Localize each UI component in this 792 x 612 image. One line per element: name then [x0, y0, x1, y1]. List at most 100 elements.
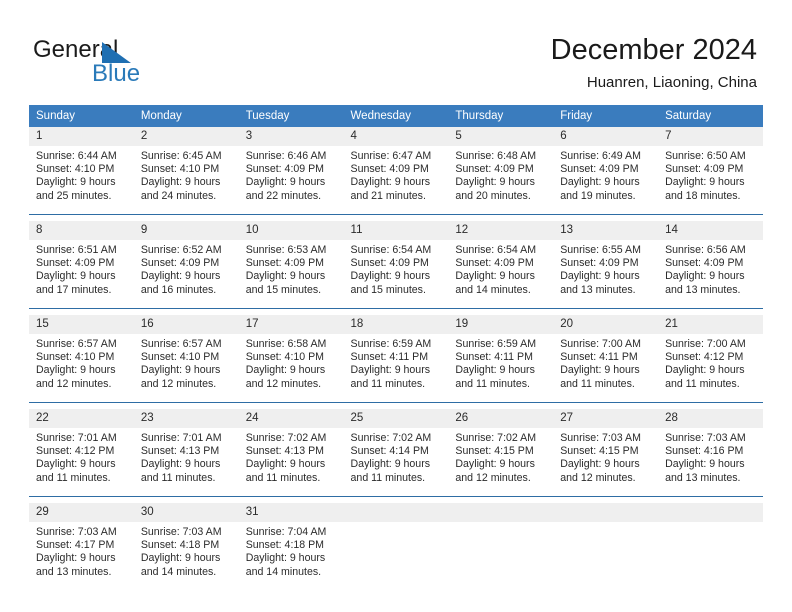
- calendar-day-cell[interactable]: 27 Sunrise: 7:03 AM Sunset: 4:15 PM Dayl…: [553, 409, 659, 497]
- daylight-text-line2: and 12 minutes.: [245, 377, 322, 390]
- calendar-day-cell[interactable]: 1 Sunrise: 6:44 AM Sunset: 4:10 PM Dayli…: [29, 127, 134, 215]
- calendar-body: 1 Sunrise: 6:44 AM Sunset: 4:10 PM Dayli…: [29, 127, 763, 590]
- sunrise-text: Sunrise: 6:54 AM: [455, 244, 537, 256]
- sunrise-text: Sunrise: 6:47 AM: [350, 150, 432, 162]
- calendar-day-cell[interactable]: 4 Sunrise: 6:47 AM Sunset: 4:09 PM Dayli…: [343, 127, 449, 215]
- daylight-text-line1: Daylight: 9 hours: [245, 458, 326, 471]
- logo-text-blue: Blue: [92, 60, 141, 87]
- day-detail: [343, 522, 449, 590]
- sunset-text: Sunset: 4:10 PM: [140, 163, 220, 176]
- daylight-text-line1: Daylight: 9 hours: [36, 458, 116, 471]
- calendar-day-cell[interactable]: 28 Sunrise: 7:03 AM Sunset: 4:16 PM Dayl…: [658, 409, 763, 497]
- calendar-day-cell[interactable]: 24 Sunrise: 7:02 AM Sunset: 4:13 PM Dayl…: [238, 409, 344, 497]
- calendar-day-cell[interactable]: 31 Sunrise: 7:04 AM Sunset: 4:18 PM Dayl…: [238, 503, 344, 590]
- sunset-text: Sunset: 4:11 PM: [350, 351, 429, 364]
- page-title: December 2024: [550, 34, 757, 66]
- sunset-text: Sunset: 4:09 PM: [560, 163, 639, 176]
- sunrise-text: Sunrise: 6:50 AM: [665, 150, 746, 162]
- calendar-day-cell[interactable]: 18 Sunrise: 6:59 AM Sunset: 4:11 PM Dayl…: [343, 315, 449, 403]
- daylight-text-line2: and 20 minutes.: [455, 189, 531, 202]
- calendar-day-cell[interactable]: 2 Sunrise: 6:45 AM Sunset: 4:10 PM Dayli…: [133, 127, 239, 215]
- day-number: 20: [553, 315, 659, 334]
- day-detail: Sunrise: 6:48 AM Sunset: 4:09 PM Dayligh…: [448, 146, 554, 214]
- daylight-text-line2: and 12 minutes.: [140, 377, 217, 390]
- calendar-day-cell[interactable]: 5 Sunrise: 6:48 AM Sunset: 4:09 PM Dayli…: [448, 127, 554, 215]
- sunrise-text: Sunrise: 7:02 AM: [245, 432, 327, 444]
- daylight-text-line1: Daylight: 9 hours: [560, 270, 640, 283]
- calendar-day-cell[interactable]: 3 Sunrise: 6:46 AM Sunset: 4:09 PM Dayli…: [238, 127, 344, 215]
- sunrise-text: Sunrise: 7:02 AM: [350, 432, 432, 444]
- calendar-day-cell[interactable]: 7 Sunrise: 6:50 AM Sunset: 4:09 PM Dayli…: [658, 127, 763, 215]
- calendar-day-cell-empty: [658, 503, 763, 590]
- day-number: 22: [29, 409, 134, 428]
- day-number: 3: [238, 127, 344, 146]
- calendar-day-cell[interactable]: 30 Sunrise: 7:03 AM Sunset: 4:18 PM Dayl…: [133, 503, 239, 590]
- calendar-day-cell[interactable]: 25 Sunrise: 7:02 AM Sunset: 4:14 PM Dayl…: [343, 409, 449, 497]
- day-number: 5: [448, 127, 554, 146]
- sunrise-text: Sunrise: 7:01 AM: [36, 432, 117, 444]
- sunset-text: Sunset: 4:13 PM: [140, 445, 220, 458]
- day-number: 18: [343, 315, 449, 334]
- general-blue-logo[interactable]: General Blue: [33, 36, 253, 96]
- daylight-text-line1: Daylight: 9 hours: [350, 364, 431, 377]
- sunrise-text: Sunrise: 7:03 AM: [560, 432, 641, 444]
- daylight-text-line1: Daylight: 9 hours: [455, 364, 535, 377]
- calendar-day-cell[interactable]: 21 Sunrise: 7:00 AM Sunset: 4:12 PM Dayl…: [658, 315, 763, 403]
- sunset-text: Sunset: 4:18 PM: [245, 539, 325, 552]
- day-detail: Sunrise: 6:46 AM Sunset: 4:09 PM Dayligh…: [238, 146, 344, 214]
- calendar-day-cell[interactable]: 10 Sunrise: 6:53 AM Sunset: 4:09 PM Dayl…: [238, 221, 344, 309]
- day-detail: Sunrise: 7:03 AM Sunset: 4:18 PM Dayligh…: [133, 522, 239, 590]
- sunset-text: Sunset: 4:18 PM: [140, 539, 220, 552]
- calendar-week-row: 29 Sunrise: 7:03 AM Sunset: 4:17 PM Dayl…: [29, 503, 763, 590]
- calendar-week-row: 8 Sunrise: 6:51 AM Sunset: 4:09 PM Dayli…: [29, 221, 763, 309]
- sunrise-text: Sunrise: 6:52 AM: [140, 244, 222, 256]
- day-number: 15: [29, 315, 134, 334]
- day-detail: Sunrise: 7:02 AM Sunset: 4:14 PM Dayligh…: [343, 428, 449, 496]
- daylight-text-line1: Daylight: 9 hours: [560, 458, 640, 471]
- calendar-day-cell[interactable]: 12 Sunrise: 6:54 AM Sunset: 4:09 PM Dayl…: [448, 221, 554, 309]
- calendar-day-cell[interactable]: 26 Sunrise: 7:02 AM Sunset: 4:15 PM Dayl…: [448, 409, 554, 497]
- day-number: 28: [658, 409, 763, 428]
- calendar-day-cell[interactable]: 11 Sunrise: 6:54 AM Sunset: 4:09 PM Dayl…: [343, 221, 449, 309]
- sunrise-text: Sunrise: 6:59 AM: [350, 338, 432, 350]
- day-detail: Sunrise: 6:45 AM Sunset: 4:10 PM Dayligh…: [133, 146, 239, 214]
- calendar-table: Sunday Monday Tuesday Wednesday Thursday…: [29, 105, 763, 590]
- calendar-day-cell[interactable]: 14 Sunrise: 6:56 AM Sunset: 4:09 PM Dayl…: [658, 221, 763, 309]
- daylight-text-line1: Daylight: 9 hours: [140, 176, 221, 189]
- weekday-header-thursday: Thursday: [448, 105, 554, 127]
- calendar-day-cell[interactable]: 20 Sunrise: 7:00 AM Sunset: 4:11 PM Dayl…: [553, 315, 659, 403]
- day-number: 30: [133, 503, 239, 522]
- day-number: [343, 503, 449, 522]
- calendar-day-cell[interactable]: 23 Sunrise: 7:01 AM Sunset: 4:13 PM Dayl…: [133, 409, 239, 497]
- calendar-day-cell[interactable]: 22 Sunrise: 7:01 AM Sunset: 4:12 PM Dayl…: [29, 409, 134, 497]
- daylight-text-line2: and 11 minutes.: [560, 377, 635, 390]
- daylight-text-line2: and 14 minutes.: [245, 565, 322, 578]
- daylight-text-line1: Daylight: 9 hours: [455, 458, 535, 471]
- day-detail: Sunrise: 6:57 AM Sunset: 4:10 PM Dayligh…: [133, 334, 239, 402]
- calendar-week-row: 22 Sunrise: 7:01 AM Sunset: 4:12 PM Dayl…: [29, 409, 763, 497]
- daylight-text-line1: Daylight: 9 hours: [140, 364, 221, 377]
- calendar-day-cell[interactable]: 16 Sunrise: 6:57 AM Sunset: 4:10 PM Dayl…: [133, 315, 239, 403]
- day-detail: Sunrise: 6:52 AM Sunset: 4:09 PM Dayligh…: [133, 240, 239, 308]
- daylight-text-line2: and 11 minutes.: [665, 377, 740, 390]
- calendar-day-cell[interactable]: 17 Sunrise: 6:58 AM Sunset: 4:10 PM Dayl…: [238, 315, 344, 403]
- day-detail: Sunrise: 7:03 AM Sunset: 4:17 PM Dayligh…: [29, 522, 134, 590]
- calendar-day-cell[interactable]: 6 Sunrise: 6:49 AM Sunset: 4:09 PM Dayli…: [553, 127, 659, 215]
- calendar-day-cell[interactable]: 29 Sunrise: 7:03 AM Sunset: 4:17 PM Dayl…: [29, 503, 134, 590]
- day-detail: Sunrise: 6:57 AM Sunset: 4:10 PM Dayligh…: [29, 334, 134, 402]
- daylight-text-line2: and 11 minutes.: [245, 471, 321, 484]
- sunrise-text: Sunrise: 6:49 AM: [560, 150, 641, 162]
- sunset-text: Sunset: 4:15 PM: [455, 445, 534, 458]
- daylight-text-line1: Daylight: 9 hours: [245, 552, 326, 565]
- day-number: 26: [448, 409, 554, 428]
- calendar-day-cell[interactable]: 19 Sunrise: 6:59 AM Sunset: 4:11 PM Dayl…: [448, 315, 554, 403]
- sunset-text: Sunset: 4:09 PM: [245, 163, 325, 176]
- calendar-day-cell[interactable]: 15 Sunrise: 6:57 AM Sunset: 4:10 PM Dayl…: [29, 315, 134, 403]
- day-number: 27: [553, 409, 659, 428]
- calendar-day-cell-empty: [343, 503, 449, 590]
- day-number: [658, 503, 763, 522]
- calendar-day-cell[interactable]: 9 Sunrise: 6:52 AM Sunset: 4:09 PM Dayli…: [133, 221, 239, 309]
- calendar-day-cell[interactable]: 13 Sunrise: 6:55 AM Sunset: 4:09 PM Dayl…: [553, 221, 659, 309]
- daylight-text-line2: and 25 minutes.: [36, 189, 112, 202]
- calendar-day-cell[interactable]: 8 Sunrise: 6:51 AM Sunset: 4:09 PM Dayli…: [29, 221, 134, 309]
